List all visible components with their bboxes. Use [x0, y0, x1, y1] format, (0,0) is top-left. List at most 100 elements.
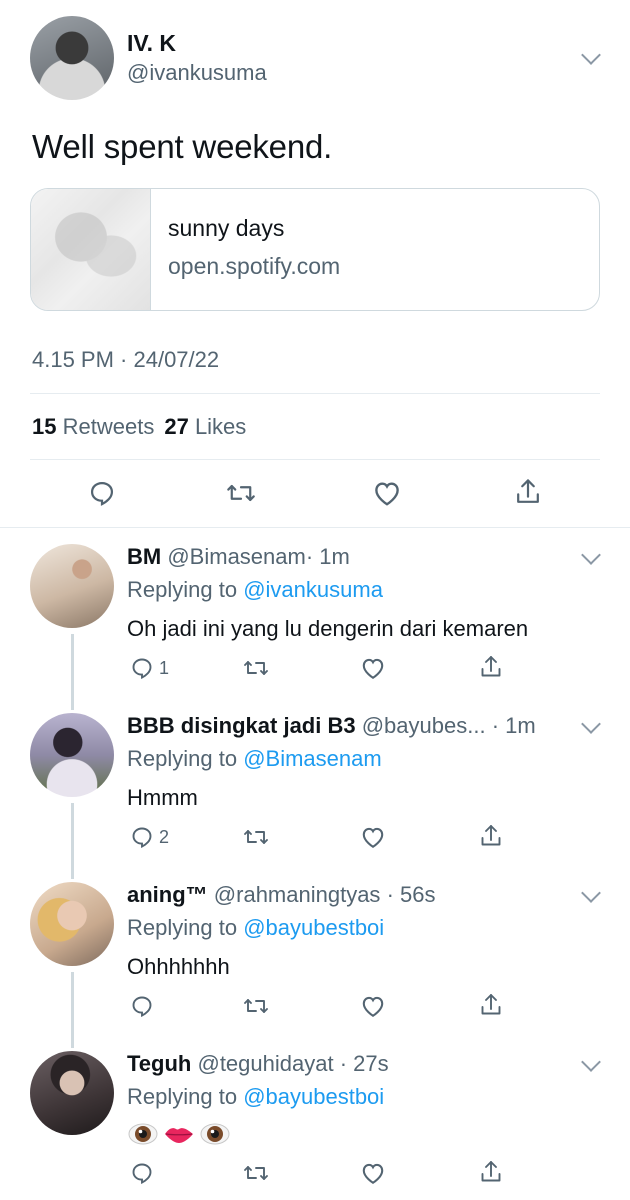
- chevron-down-icon[interactable]: [581, 714, 601, 734]
- chevron-down-icon[interactable]: [581, 545, 601, 565]
- heart-icon: [362, 1163, 384, 1184]
- tweet-text: Well spent weekend.: [32, 128, 333, 165]
- reply-header: aning™ @rahmaningtyas · 56s: [127, 882, 435, 908]
- reply-time[interactable]: · 56s: [387, 882, 436, 907]
- share-button[interactable]: [479, 654, 503, 680]
- chevron-down-icon[interactable]: [581, 883, 601, 903]
- retweet-button[interactable]: [226, 479, 256, 507]
- speech-bubble-icon: [132, 658, 152, 680]
- author-handle[interactable]: @teguhidayat: [197, 1051, 333, 1076]
- replying-prefix: Replying to: [127, 915, 238, 940]
- reply-tweet[interactable]: Teguh @teguhidayat · 27s Replying to @ba…: [0, 1037, 630, 1200]
- reply-time[interactable]: · 1m: [306, 544, 350, 569]
- author-handle[interactable]: @ivankusuma: [127, 60, 267, 86]
- mention-link[interactable]: @Bimasenam: [243, 746, 382, 771]
- replying-prefix: Replying to: [127, 746, 238, 771]
- reply-tweet[interactable]: BBB disingkat jadi B3 @bayubes... · 1m R…: [0, 699, 630, 869]
- retweet-icon: [227, 484, 255, 502]
- like-button[interactable]: [372, 479, 402, 507]
- main-tweet: IV. K @ivankusuma Well spent weekend. su…: [0, 0, 630, 528]
- reply-count: 1: [159, 657, 170, 678]
- reply-text: Oh jadi ini yang lu dengerin dari kemare…: [127, 616, 529, 641]
- share-icon: [481, 1161, 501, 1182]
- mention-link[interactable]: @bayubestboi: [243, 915, 384, 940]
- retweets-label: Retweets: [62, 414, 155, 439]
- retweet-button[interactable]: [243, 1161, 269, 1185]
- reply-count: 2: [159, 826, 170, 847]
- author-name[interactable]: IV. K: [127, 30, 176, 57]
- share-icon: [481, 994, 501, 1015]
- reply-text: Hmmm: [127, 785, 198, 810]
- reply-emojis: [127, 1121, 231, 1147]
- author-name[interactable]: BM: [127, 544, 161, 569]
- reply-tweet[interactable]: BM @Bimasenam· 1m Replying to @ivankusum…: [0, 530, 630, 700]
- share-icon: [481, 825, 501, 846]
- like-button[interactable]: [360, 1161, 386, 1185]
- heart-icon: [362, 658, 384, 679]
- reply-header: BM @Bimasenam· 1m: [127, 544, 350, 570]
- retweet-icon: [244, 661, 268, 675]
- avatar[interactable]: [30, 16, 114, 100]
- reply-button[interactable]: [130, 1161, 159, 1185]
- mention-link[interactable]: @ivankusuma: [243, 577, 383, 602]
- author-handle[interactable]: @rahmaningtyas: [214, 882, 381, 907]
- replying-to: Replying to @bayubestboi: [127, 1084, 384, 1110]
- eye-emoji: [128, 1123, 158, 1145]
- avatar[interactable]: [30, 1051, 114, 1135]
- likes-count: 27: [164, 414, 189, 439]
- retweets-stat[interactable]: 15 Retweets: [32, 414, 154, 439]
- share-button[interactable]: [479, 1159, 503, 1185]
- tweet-timestamp[interactable]: 4.15 PM · 24/07/22: [32, 347, 219, 373]
- likes-stat[interactable]: 27 Likes: [164, 414, 246, 439]
- speech-bubble-icon: [132, 996, 152, 1018]
- link-card[interactable]: sunny days open.spotify.com: [30, 188, 600, 311]
- like-button[interactable]: [360, 994, 386, 1018]
- heart-icon: [362, 827, 384, 848]
- reply-button[interactable]: [88, 479, 116, 507]
- chevron-down-icon[interactable]: [581, 1052, 601, 1072]
- reply-time[interactable]: · 27s: [340, 1051, 389, 1076]
- author-name[interactable]: BBB disingkat jadi B3: [127, 713, 356, 738]
- author-name[interactable]: Teguh: [127, 1051, 191, 1076]
- replying-to: Replying to @Bimasenam: [127, 746, 382, 772]
- reply-tweet[interactable]: aning™ @rahmaningtyas · 56s Replying to …: [0, 868, 630, 1038]
- avatar[interactable]: [30, 544, 114, 628]
- retweet-icon: [244, 1166, 268, 1180]
- author-handle[interactable]: @bayubes...: [362, 713, 486, 738]
- reply-time[interactable]: · 1m: [492, 713, 536, 738]
- divider: [0, 527, 630, 528]
- share-button[interactable]: [479, 823, 503, 849]
- mention-link[interactable]: @bayubestboi: [243, 1084, 384, 1109]
- card-title: sunny days: [168, 215, 285, 241]
- retweet-button[interactable]: [243, 656, 269, 680]
- reply-button[interactable]: [130, 994, 159, 1018]
- author-handle[interactable]: @Bimasenam: [167, 544, 306, 569]
- replying-to: Replying to @bayubestboi: [127, 915, 384, 941]
- avatar[interactable]: [30, 713, 114, 797]
- retweet-button[interactable]: [243, 994, 269, 1018]
- speech-bubble-icon: [132, 1163, 152, 1185]
- like-button[interactable]: [360, 656, 386, 680]
- replying-prefix: Replying to: [127, 577, 238, 602]
- share-button[interactable]: [514, 477, 542, 507]
- reply-header: BBB disingkat jadi B3 @bayubes... · 1m: [127, 713, 536, 739]
- card-domain: open.spotify.com: [168, 253, 341, 279]
- share-icon: [517, 479, 539, 503]
- author-name[interactable]: aning™: [127, 882, 208, 907]
- divider: [30, 459, 600, 460]
- reply-text: Ohhhhhhh: [127, 954, 230, 979]
- speech-bubble-icon: [132, 827, 152, 849]
- heart-icon: [362, 996, 384, 1017]
- chevron-down-icon[interactable]: [581, 45, 601, 65]
- reply-button[interactable]: 1: [130, 656, 169, 680]
- likes-label: Likes: [194, 414, 247, 439]
- engagement-stats: 15 Retweets 27 Likes: [32, 414, 246, 440]
- like-button[interactable]: [360, 825, 386, 849]
- eye-emoji: [200, 1123, 230, 1145]
- reply-button[interactable]: 2: [130, 825, 169, 849]
- retweet-button[interactable]: [243, 825, 269, 849]
- divider: [30, 393, 600, 394]
- share-button[interactable]: [479, 992, 503, 1018]
- speech-bubble-icon: [90, 481, 114, 506]
- avatar[interactable]: [30, 882, 114, 966]
